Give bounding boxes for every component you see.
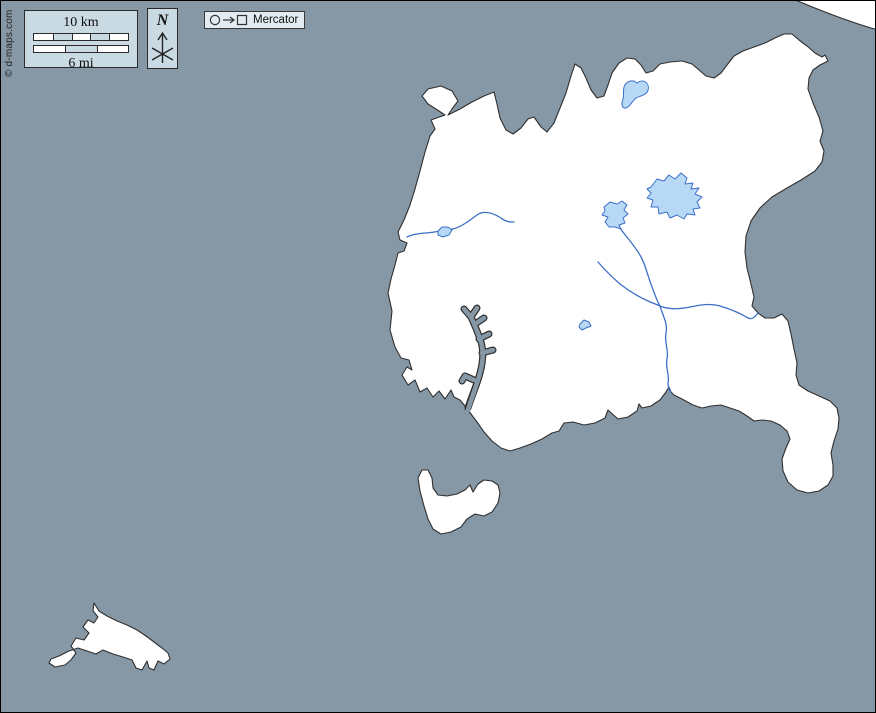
northeast-corner-land: [793, 1, 876, 30]
map-geography: [1, 1, 876, 713]
km-scale-bar: [33, 33, 129, 41]
central-islet: [418, 470, 500, 534]
scale-segment: [72, 34, 91, 40]
mi-scale-bar: [33, 45, 129, 53]
scale-km-label: 10 km: [25, 14, 137, 31]
projection-label: Mercator: [253, 14, 298, 26]
scale-segment: [53, 34, 72, 40]
scale-segment: [34, 34, 53, 40]
circle-to-square-icon: [209, 13, 249, 27]
scale-segment: [97, 46, 128, 52]
scale-segment: [109, 34, 128, 40]
scale-segment: [65, 46, 96, 52]
north-arrow-star-icon: [148, 31, 177, 67]
projection-chip: Mercator: [204, 11, 305, 29]
compass-north-label: N: [148, 12, 177, 30]
main-island: [388, 34, 839, 493]
map-canvas: 10 km 6 mi N: [0, 0, 876, 713]
compass: N: [147, 8, 178, 69]
scale-segment: [90, 34, 109, 40]
southwest-island: [49, 603, 170, 670]
scale-mi-label: 6 mi: [25, 55, 137, 72]
scale-segment: [34, 46, 65, 52]
scale-bar-panel: 10 km 6 mi: [24, 10, 138, 68]
copyright-text: © d-maps.com: [4, 9, 15, 77]
